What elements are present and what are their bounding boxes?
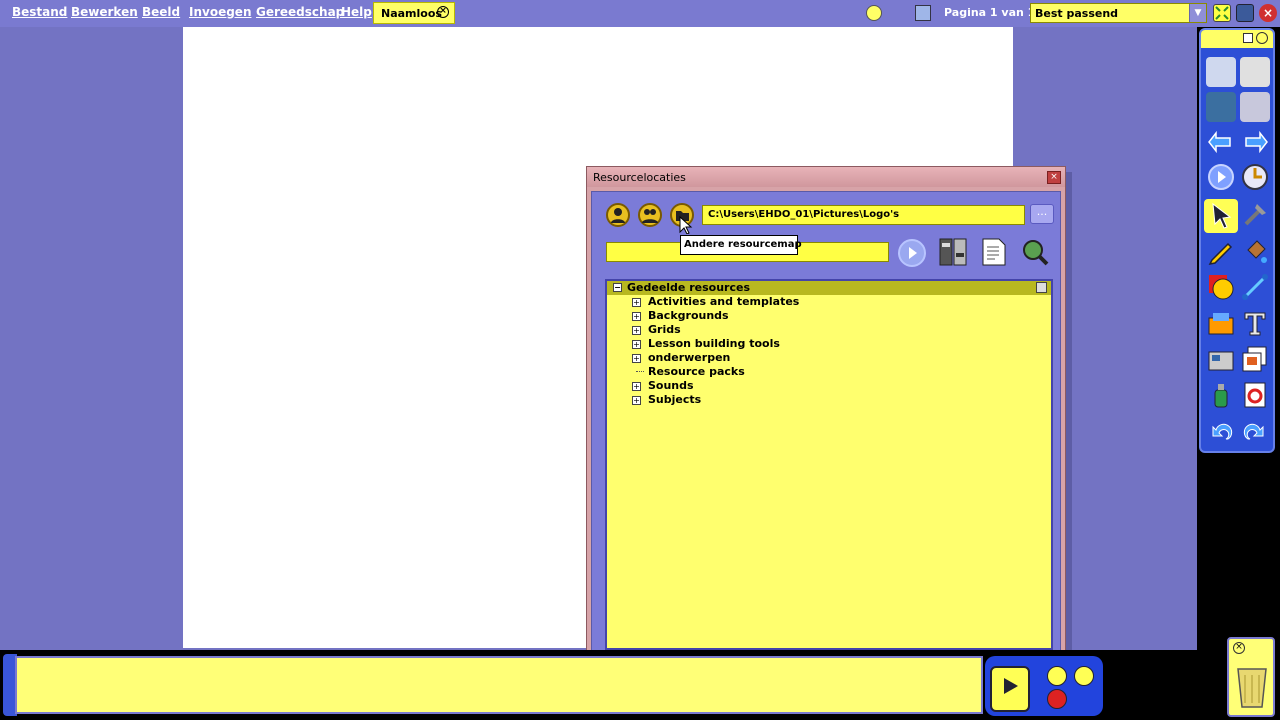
next-page-icon[interactable] — [1240, 127, 1270, 157]
window-icon[interactable] — [1236, 4, 1254, 22]
undo-icon[interactable] — [1206, 417, 1236, 447]
dialog-title: Resourcelocaties — [593, 171, 686, 184]
trash-icon — [1237, 668, 1267, 708]
document-tab[interactable]: Naamloos × — [373, 2, 455, 24]
zoom-value: Best passend — [1035, 7, 1119, 20]
dialog-body: C:\Users\EHDO_01\Pictures\Logo's ... And… — [591, 191, 1061, 659]
page-sorter-icon[interactable] — [1206, 57, 1236, 87]
bottom-controls — [985, 656, 1103, 716]
spray-icon[interactable] — [1206, 380, 1236, 410]
document-view-icon[interactable] — [981, 237, 1007, 267]
tree-item-label: Subjects — [648, 393, 702, 406]
close-app-icon[interactable]: × — [1259, 4, 1277, 22]
bottom-tray[interactable] — [15, 656, 983, 714]
shape-icon[interactable] — [1206, 272, 1236, 302]
list-view-icon[interactable] — [938, 237, 968, 267]
menu-bestand[interactable]: Bestand — [12, 5, 67, 19]
page-thumbnail-icon[interactable] — [915, 5, 931, 21]
menu-invoegen[interactable]: Invoegen — [189, 5, 251, 19]
previous-page-icon[interactable] — [1206, 127, 1236, 157]
toolbar-pin-icon[interactable] — [1243, 33, 1253, 43]
tree-item-label: onderwerpen — [648, 351, 731, 364]
gallery-icon[interactable] — [1206, 308, 1236, 338]
expand-icon[interactable]: + — [632, 312, 641, 321]
hammer-icon[interactable] — [1240, 200, 1270, 230]
chevron-down-icon[interactable]: ▼ — [1189, 4, 1206, 22]
menu-beeld[interactable]: Beeld — [142, 5, 180, 19]
dialog-title-bar[interactable]: Resourcelocaties × — [587, 167, 1065, 187]
expand-icon[interactable]: + — [632, 354, 641, 363]
tree-options-icon[interactable] — [1036, 282, 1047, 293]
tooltip: Andere resourcemap — [680, 235, 802, 255]
close-icon[interactable]: × — [1047, 171, 1061, 184]
document-tab-label: Naamloos — [381, 7, 442, 20]
my-resources-icon[interactable] — [606, 203, 630, 227]
text-icon[interactable] — [1240, 308, 1270, 338]
menu-bewerken[interactable]: Bewerken — [71, 5, 138, 19]
tree-root-row[interactable]: − Gedeelde resources — [607, 281, 1051, 295]
browse-button[interactable]: ... — [1030, 204, 1054, 224]
expand-icon[interactable]: + — [632, 340, 641, 349]
media-icon[interactable] — [1206, 344, 1236, 374]
close-icon[interactable]: × — [1233, 642, 1245, 654]
clock-icon[interactable] — [1240, 162, 1270, 192]
magnifier-icon[interactable] — [1020, 237, 1050, 267]
resource-browser-icon[interactable] — [1206, 92, 1236, 122]
tree-root-label: Gedeelde resources — [627, 281, 750, 294]
menu-bar: Bestand Bewerken Beeld Invoegen Gereedsc… — [0, 0, 1280, 27]
expand-icon[interactable]: + — [632, 382, 641, 391]
tree-connector — [636, 371, 644, 372]
tree-item-label: Lesson building tools — [648, 337, 780, 350]
menu-gereedschap[interactable]: Gereedschap — [256, 5, 344, 19]
slide-control-icon[interactable] — [990, 666, 1030, 712]
tree-item-label: Sounds — [648, 379, 694, 392]
collapse-root-icon[interactable]: − — [613, 283, 622, 292]
mouse-cursor-icon — [679, 216, 693, 234]
expand-icon[interactable]: + — [632, 326, 641, 335]
connector-icon[interactable] — [1240, 272, 1270, 302]
select-pointer-icon[interactable] — [1204, 199, 1238, 233]
fullscreen-icon[interactable] — [1213, 4, 1231, 22]
tree-item-label: Activities and templates — [648, 295, 800, 308]
anchor-icon[interactable] — [1074, 666, 1094, 686]
fill-icon[interactable] — [1240, 236, 1270, 266]
resource-tree[interactable]: − Gedeelde resources + Activities and te… — [605, 279, 1053, 650]
pages-icon[interactable] — [1240, 344, 1270, 374]
expand-icon[interactable]: + — [632, 298, 641, 307]
page-label: Pagina 1 van 1 — [944, 6, 1036, 19]
shared-resources-icon[interactable] — [638, 203, 662, 227]
side-toolbar-header — [1201, 30, 1273, 48]
properties-icon[interactable] — [1240, 57, 1270, 87]
pen-icon[interactable] — [1206, 236, 1236, 266]
notes-icon[interactable] — [866, 5, 882, 21]
search-go-icon[interactable] — [898, 239, 926, 267]
dice-icon[interactable] — [1047, 689, 1067, 709]
refresh-page-icon[interactable] — [1240, 380, 1270, 410]
zoom-select[interactable]: Best passend ▼ — [1030, 3, 1207, 23]
expand-icon[interactable]: + — [632, 396, 641, 405]
redo-icon[interactable] — [1240, 417, 1270, 447]
resource-locations-dialog: Resourcelocaties × C:\Users\EHDO_01\Pict… — [586, 166, 1066, 662]
trash-bin[interactable]: × — [1227, 637, 1275, 717]
tree-item-label: Backgrounds — [648, 309, 729, 322]
menu-help[interactable]: Help — [341, 5, 372, 19]
tools-icon[interactable] — [1240, 92, 1270, 122]
close-tab-icon[interactable]: × — [437, 6, 449, 18]
toolbar-minimize-icon[interactable] — [1256, 32, 1268, 44]
tree-item-label: Grids — [648, 323, 681, 336]
move-up-icon[interactable] — [1047, 666, 1067, 686]
play-icon[interactable] — [1206, 162, 1236, 192]
side-toolbar — [1199, 28, 1275, 453]
tree-item-label: Resource packs — [648, 365, 745, 378]
resource-path-field[interactable]: C:\Users\EHDO_01\Pictures\Logo's — [702, 205, 1025, 225]
